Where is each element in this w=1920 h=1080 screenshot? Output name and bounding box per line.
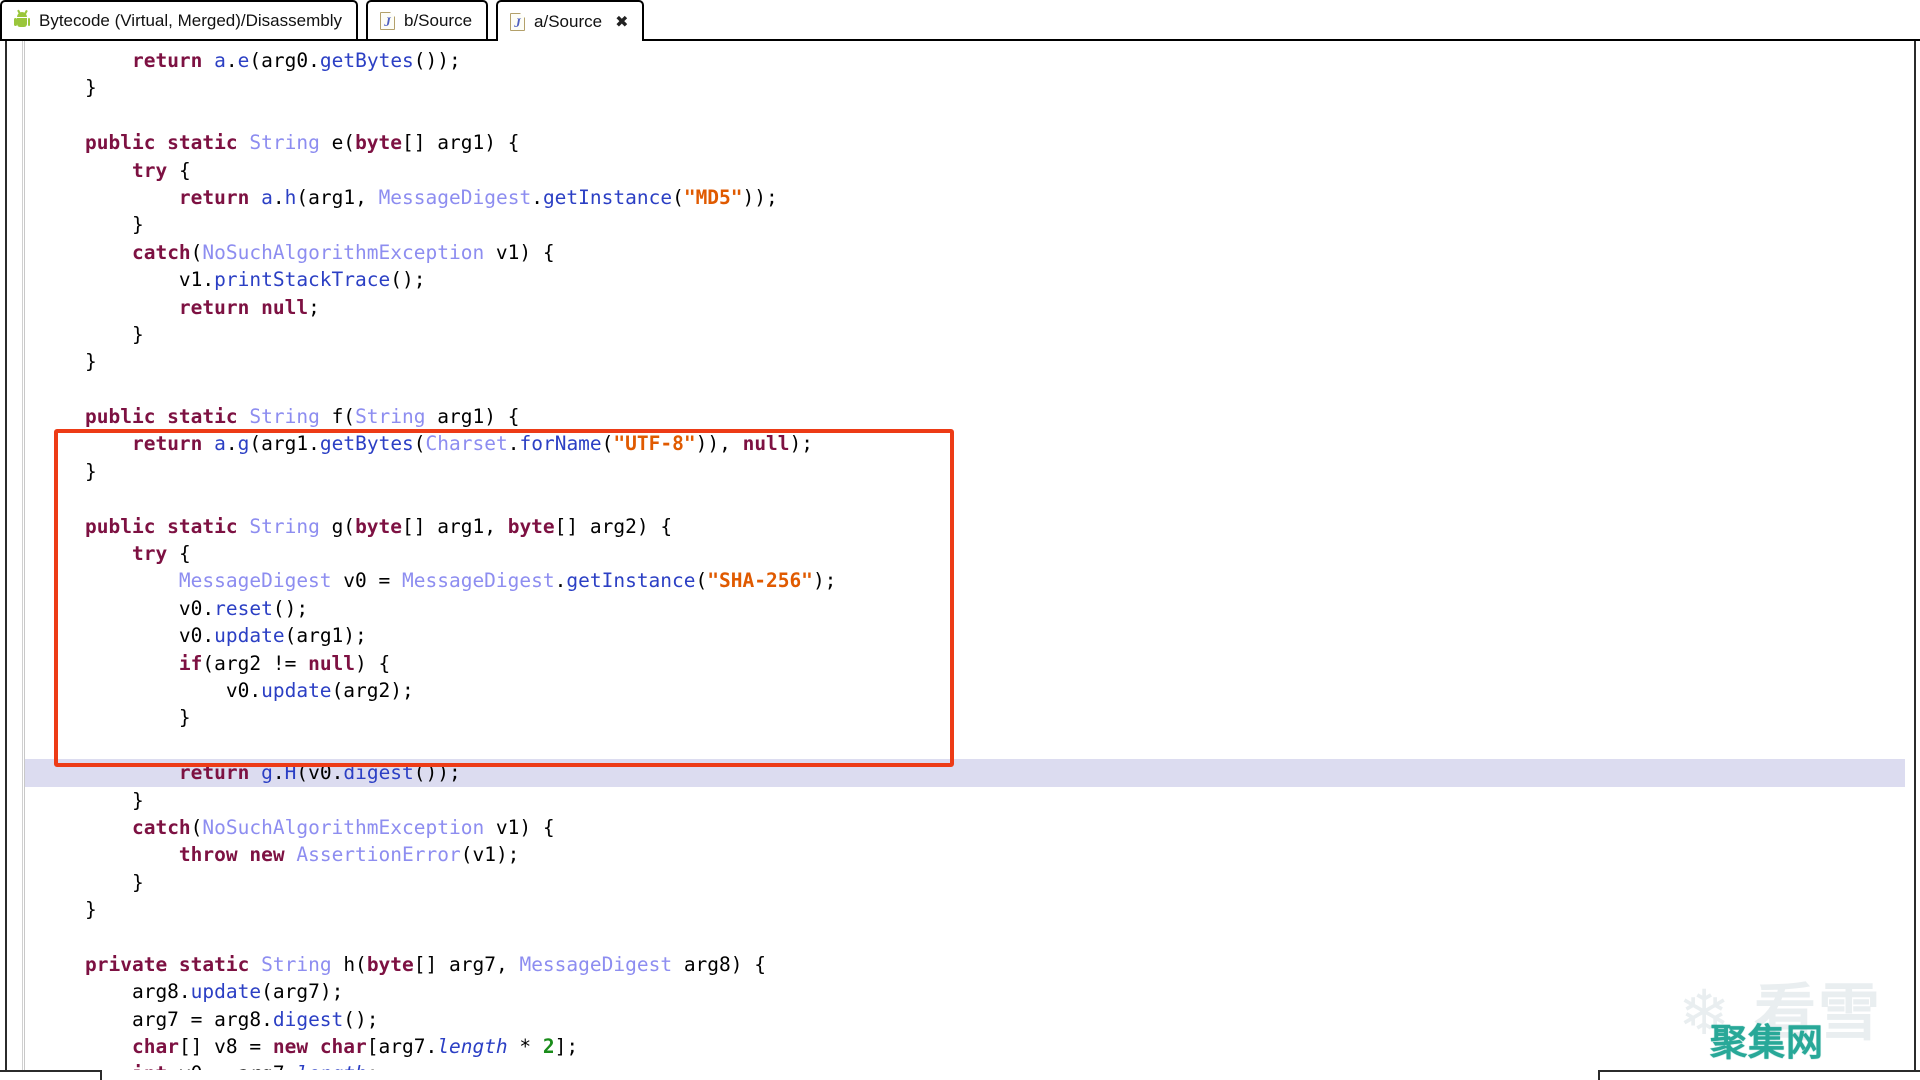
code-line: v0.update(arg1); (85, 622, 1914, 649)
source-editor: return a.e(arg0.getBytes());} public sta… (5, 41, 1916, 1080)
code-line: return a.e(arg0.getBytes()); (85, 47, 1914, 74)
code-line: if(arg2 != null) { (85, 650, 1914, 677)
code-line: arg7 = arg8.digest(); (85, 1006, 1914, 1033)
tab-label: a/Source (534, 13, 602, 30)
code-line: public static String f(String arg1) { (85, 403, 1914, 430)
code-line-highlighted: return g.H(v0.digest()); (25, 759, 1905, 786)
code-line: } (85, 458, 1914, 485)
code-scroll-area[interactable]: return a.e(arg0.getBytes());} public sta… (25, 41, 1914, 1078)
code-line: v1.printStackTrace(); (85, 266, 1914, 293)
code-line: } (85, 787, 1914, 814)
tab-label: Bytecode (Virtual, Merged)/Disassembly (39, 12, 342, 29)
code-line (85, 376, 1914, 403)
android-robot-icon (14, 12, 30, 29)
code-line: } (85, 896, 1914, 923)
code-line (85, 485, 1914, 512)
code-line: try { (85, 157, 1914, 184)
code-line: private static String h(byte[] arg7, Mes… (85, 951, 1914, 978)
code-line: throw new AssertionError(v1); (85, 841, 1914, 868)
source-code[interactable]: return a.e(arg0.getBytes());} public sta… (25, 41, 1914, 1078)
code-line: try { (85, 540, 1914, 567)
code-line: arg8.update(arg7); (85, 978, 1914, 1005)
tab-label: b/Source (404, 12, 472, 29)
code-line: return a.h(arg1, MessageDigest.getInstan… (85, 184, 1914, 211)
close-icon[interactable]: ✖ (615, 14, 628, 30)
code-line: return a.g(arg1.getBytes(Charset.forName… (85, 430, 1914, 457)
code-line: } (85, 211, 1914, 238)
code-line: v0.update(arg2); (85, 677, 1914, 704)
code-line: v0.reset(); (85, 595, 1914, 622)
tab-bytecode-disassembly[interactable]: Bytecode (Virtual, Merged)/Disassembly (0, 0, 358, 39)
editor-tab-bar: Bytecode (Virtual, Merged)/Disassembly b… (0, 0, 1920, 41)
editor-gutter[interactable] (7, 41, 23, 1078)
code-line: MessageDigest v0 = MessageDigest.getInst… (85, 567, 1914, 594)
code-line: char[] v8 = new char[arg7.length * 2]; (85, 1033, 1914, 1060)
code-line: catch(NoSuchAlgorithmException v1) { (85, 239, 1914, 266)
java-file-icon (380, 12, 395, 30)
code-line (85, 102, 1914, 129)
code-line: public static String g(byte[] arg1, byte… (85, 513, 1914, 540)
code-line: } (85, 348, 1914, 375)
java-file-icon (510, 13, 525, 31)
tab-a-source[interactable]: a/Source ✖ (496, 0, 644, 41)
code-line: } (85, 321, 1914, 348)
code-line: } (85, 869, 1914, 896)
code-line (85, 924, 1914, 951)
tab-b-source[interactable]: b/Source (366, 0, 488, 39)
code-line (85, 732, 1914, 759)
code-line: public static String e(byte[] arg1) { (85, 129, 1914, 156)
code-line: return null; (85, 294, 1914, 321)
code-line: catch(NoSuchAlgorithmException v1) { (85, 814, 1914, 841)
code-line: } (85, 704, 1914, 731)
code-line: } (85, 74, 1914, 101)
editor-bottom-panel-edge (100, 1070, 1600, 1080)
